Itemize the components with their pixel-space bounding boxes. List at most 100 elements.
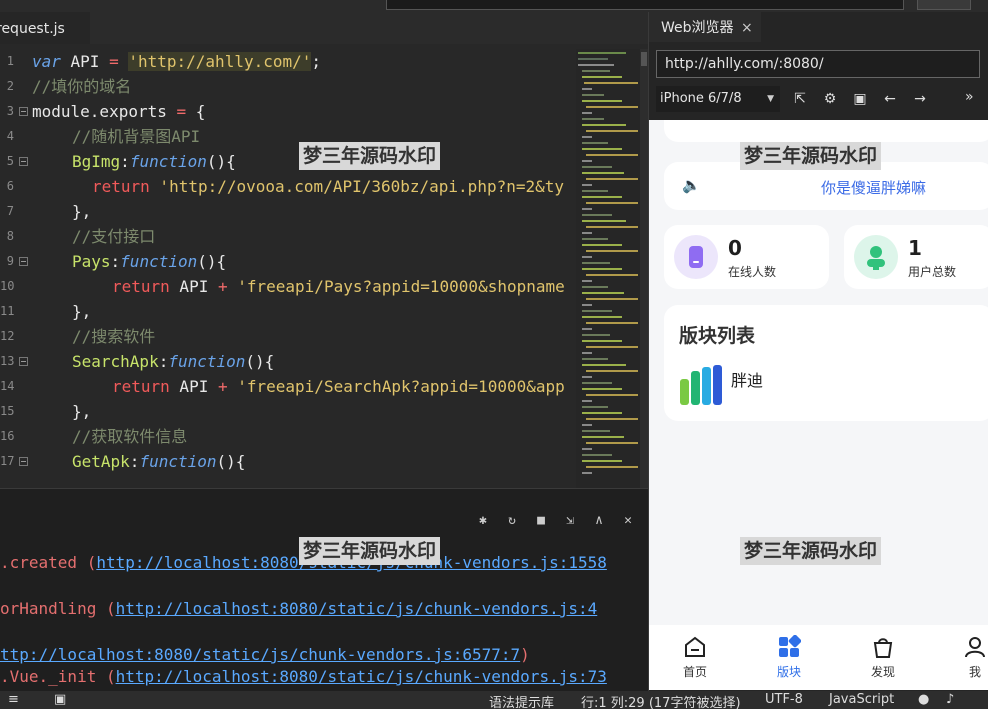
line-number: 3 [6,104,14,118]
console-icon[interactable]: ▣ [851,89,869,109]
status-bar: ≡ ▣ 语法提示库 行:1 列:29 (17字符被选择) UTF-8 JavaS… [0,691,988,709]
device-select[interactable]: iPhone 6/7/8 ▼ [656,86,780,112]
status-hint[interactable]: 语法提示库 [489,692,554,709]
code-line: 4//随机背景图API [0,124,576,149]
line-number: 1 [6,54,14,68]
tab-request-js[interactable]: request.js [0,12,90,44]
tab-discover[interactable]: 发现 [853,635,913,680]
stat-value: 1 [908,236,922,260]
line-number: 14 [0,379,15,393]
arrow-right-icon[interactable]: → [911,89,929,109]
code-line: 8//支付接口 [0,224,576,249]
more-icon[interactable]: » [965,89,974,105]
search-input[interactable] [386,0,904,10]
code-line: 10 return API + 'freeapi/Pays?appid=10000… [0,274,576,299]
code-line: 17 GetApk:function(){ [0,449,576,474]
code-line: 6 return 'http://ovooa.com/API/360bz/api.… [0,174,576,199]
cursor-position[interactable]: 行:1 列:29 (17字符被选择) [581,692,741,709]
speaker-icon: 🔈 [682,176,701,194]
code-line: 2//填你的域名 [0,74,576,99]
sync-icon[interactable]: ● [918,692,929,707]
code-area[interactable]: 1 var API = 'http://ahlly.com/'; 2//填你的域名… [0,49,576,488]
watermark: 梦三年源码水印 [740,537,882,565]
code-line: 7}, [0,199,576,224]
code-line: 5 BgImg:function(){ [0,149,576,174]
chevron-down-icon: ▼ [767,94,774,104]
terminal-icon[interactable]: ▣ [54,692,66,707]
stat-value: 0 [728,236,742,260]
export-icon[interactable]: ⇲ [562,513,578,529]
line-number: 11 [0,304,15,318]
top-action-button[interactable] [917,0,971,10]
console-line: orHandling (http://localhost:8080/static… [0,599,598,618]
fold-toggle-icon[interactable] [19,457,28,466]
debug-icon[interactable]: ✱ [475,513,491,529]
users-icon [854,235,898,279]
tab-blocks[interactable]: 版块 [759,635,819,680]
code-line: 11}, [0,299,576,324]
fold-toggle-icon[interactable] [19,357,28,366]
line-number: 15 [0,404,15,418]
open-external-icon[interactable]: ⇱ [791,89,809,109]
stat-users[interactable]: 1 用户总数 [844,225,988,289]
console-link[interactable]: http://localhost:8080/static/js/chunk-ve… [116,667,607,686]
line-number: 17 [0,454,15,468]
bottom-tabbar: 首页 版块 发现 我 [649,625,988,690]
tab-web-browser[interactable]: Web浏览器 × [649,12,761,42]
line-number: 6 [6,179,14,193]
editor-tabbar: request.js [0,12,648,44]
line-number: 4 [6,129,14,143]
stat-label: 在线人数 [728,265,777,279]
stat-online[interactable]: 0 在线人数 [664,225,829,289]
chevron-up-icon[interactable]: ∧ [591,513,607,529]
user-icon [965,637,985,658]
code-line: 16//获取软件信息 [0,424,576,449]
console-link[interactable]: http://localhost:8080/static/js/chunk-ve… [116,599,598,618]
code-line: 9 Pays:function(){ [0,249,576,274]
notice-text: 你是傻逼胖娣嘛 [821,179,927,197]
gear-icon[interactable]: ⚙ [821,89,839,109]
home-icon [685,636,705,657]
blocks-list: 版块列表 胖迪 [664,305,988,421]
scrollbar-thumb[interactable] [641,52,647,66]
line-number: 16 [0,429,15,443]
url-input[interactable]: http://ahlly.com/:8080/ [656,50,980,78]
bell-icon[interactable]: ♪ [946,692,954,707]
fold-toggle-icon[interactable] [19,257,28,266]
top-toolbar [0,0,988,12]
code-line: 14 return API + 'freeapi/SearchApk?appid=… [0,374,576,399]
fold-toggle-icon[interactable] [19,107,28,116]
arrow-left-icon[interactable]: ← [881,89,899,109]
close-icon[interactable]: × [741,12,753,44]
line-number: 10 [0,279,15,293]
line-number: 13 [0,354,15,368]
editor-scrollbar[interactable] [640,49,648,488]
code-line: 3 module.exports = { [0,99,576,124]
console-line: ttp://localhost:8080/static/js/chunk-ven… [0,645,530,664]
fold-toggle-icon[interactable] [19,157,28,166]
line-number: 7 [6,204,14,218]
line-number: 8 [6,229,14,243]
discover-icon [873,638,893,658]
minimap[interactable] [576,49,640,488]
tab-home[interactable]: 首页 [665,635,725,680]
block-logo-icon[interactable] [678,363,724,409]
menu-icon[interactable]: ≡ [8,692,19,707]
code-line: 12//搜索软件 [0,324,576,349]
tab-label: request.js [0,21,65,37]
phone-preview: 🔈 你是傻逼胖娣嘛 0 在线人数 1 用户总数 版块列表 胖迪 首页 版块 发现… [649,120,988,690]
encoding[interactable]: UTF-8 [765,692,803,707]
top-card [664,120,988,142]
tab-me[interactable]: 我 [945,635,988,680]
console-link[interactable]: ttp://localhost:8080/static/js/chunk-ven… [0,645,520,664]
watermark: 梦三年源码水印 [299,142,441,170]
clear-icon[interactable]: ✕ [620,513,636,529]
language-mode[interactable]: JavaScript [829,692,894,707]
watermark: 梦三年源码水印 [740,142,882,170]
code-line: 1 var API = 'http://ahlly.com/'; [0,49,576,74]
block-item-label[interactable]: 胖迪 [731,367,763,391]
console-panel: ✱ ↻ ■ ⇲ ∧ ✕ .created (http://localhost:8… [0,488,648,691]
stop-icon[interactable]: ■ [533,513,549,529]
replay-icon[interactable]: ↻ [504,513,520,529]
line-number: 2 [6,79,14,93]
